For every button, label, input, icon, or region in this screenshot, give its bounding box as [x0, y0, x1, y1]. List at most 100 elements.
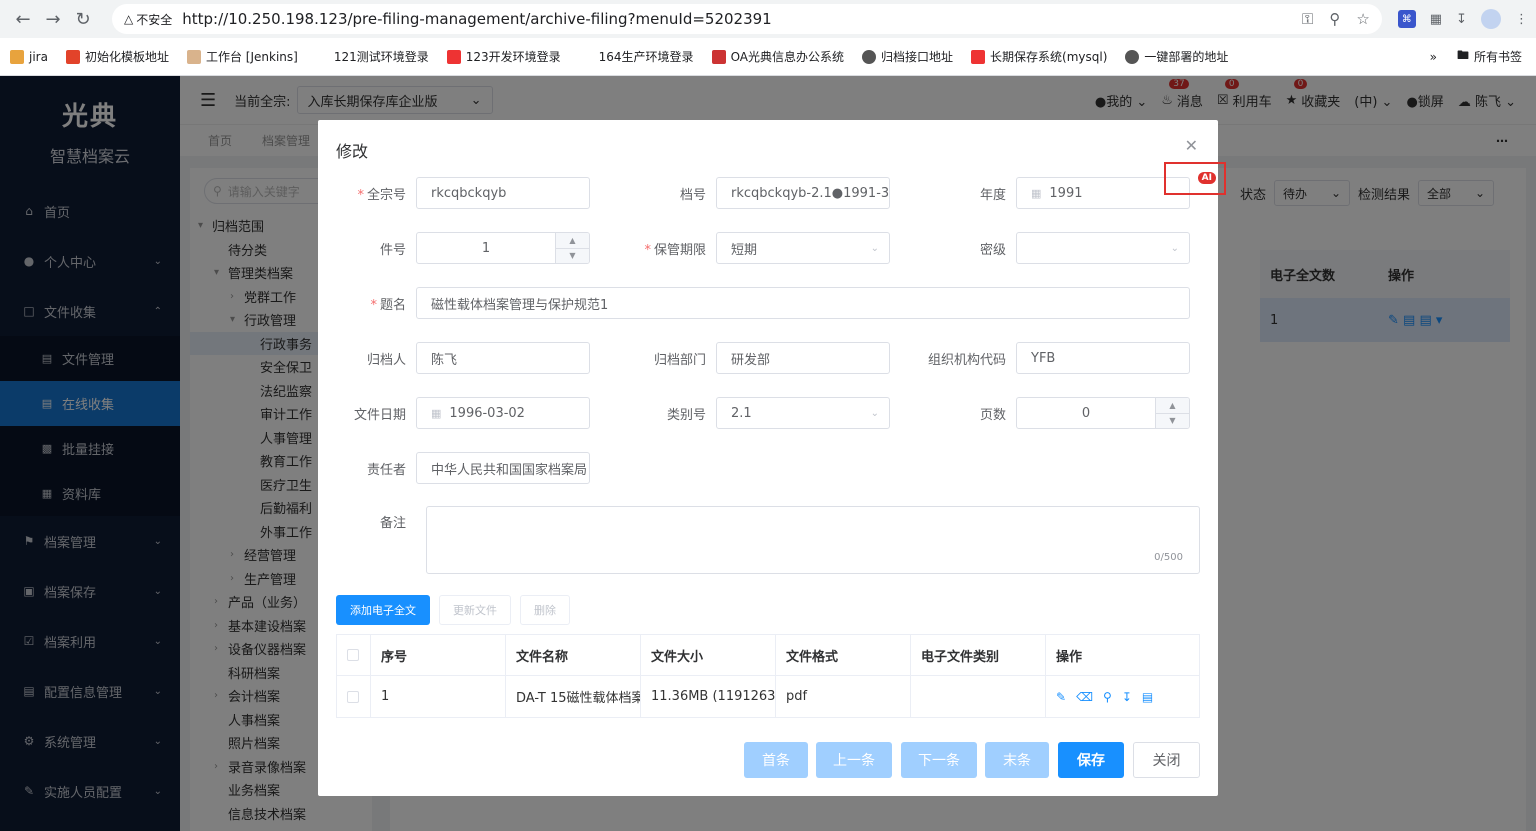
row-checkbox[interactable]: [347, 690, 359, 703]
table-row[interactable]: 1 DA-T 15磁性载体档案管理与保护规范.pdf 11.36MB (1191…: [337, 676, 1199, 717]
category-select[interactable]: 2.1 ⌄: [716, 397, 890, 429]
row-year: 年度 ▦ 1991: [918, 177, 1190, 209]
row-secret: 密级 ⌄: [918, 232, 1190, 264]
bookmark-longterm[interactable]: 长期保存系统(mysql): [971, 48, 1107, 65]
bookmark-deploy[interactable]: 一键部署的地址: [1125, 48, 1228, 65]
secret-select[interactable]: ⌄: [1016, 232, 1190, 264]
decrement-icon[interactable]: ▼: [556, 249, 589, 264]
ai-button[interactable]: AI: [1164, 162, 1226, 195]
close-icon[interactable]: ✕: [1185, 136, 1198, 155]
last-record-button[interactable]: 末条: [985, 742, 1049, 778]
oa-icon: [711, 49, 726, 64]
zoom-icon[interactable]: ⚲: [1329, 10, 1340, 28]
bookmark-oa[interactable]: OA光典信息办公系统: [711, 48, 844, 65]
row-category: 类别号 2.1 ⌄: [618, 397, 890, 429]
extension-icon[interactable]: ⌘: [1397, 10, 1416, 28]
retention-select[interactable]: 短期 ⌄: [716, 232, 890, 264]
puzzle-icon[interactable]: ▦: [1430, 12, 1442, 27]
profile-avatar[interactable]: [1481, 9, 1501, 29]
increment-icon[interactable]: ▲: [556, 233, 589, 249]
bookmark-164[interactable]: 164生产环境登录: [599, 48, 694, 65]
globe-icon: [1125, 49, 1140, 64]
row-responsible: 责任者 中华人民共和国国家档案局: [318, 452, 590, 484]
warning-icon: △: [124, 12, 134, 26]
insecure-badge[interactable]: △ 不安全: [124, 11, 172, 28]
close-button[interactable]: 关闭: [1133, 742, 1200, 778]
bookmark-template[interactable]: 初始化模板地址: [65, 48, 169, 65]
archiver-input[interactable]: 陈飞: [416, 342, 590, 374]
row-archive-no: 档号 rkcqbckqyb-2.1●1991-3-1: [618, 177, 890, 209]
doc-date-picker[interactable]: ▦ 1996-03-02: [416, 397, 590, 429]
delete-file-button[interactable]: 删除: [520, 595, 570, 625]
jira-icon: [10, 49, 24, 64]
chevron-down-icon: ⌄: [1170, 242, 1179, 254]
add-efile-button[interactable]: 添加电子全文: [336, 595, 430, 625]
bookmark-jenkins[interactable]: 工作台 [Jenkins]: [186, 48, 298, 65]
row-remark-label: 备注: [379, 516, 406, 531]
edit-dialog: 修改 ✕ * 全宗号 rkcqbckqyb 档号 rkcqbckqyb-2.1●1…: [318, 120, 1226, 796]
char-counter: 0/500: [1154, 552, 1183, 563]
bookmark-121[interactable]: 121测试环境登录: [334, 48, 429, 65]
book-icon[interactable]: ▤: [1142, 690, 1153, 704]
row-fonds-no: * 全宗号 rkcqbckqyb: [318, 177, 590, 209]
search-icon[interactable]: ⚲: [1103, 690, 1112, 704]
bookmarks-bar: jira 初始化模板地址 工作台 [Jenkins] 121测试环境登录 123…: [0, 38, 1536, 76]
url-text[interactable]: http://10.250.198.123/pre-filing-managem…: [182, 10, 1286, 28]
download-icon[interactable]: ↧: [1122, 690, 1132, 704]
globe-icon: [862, 49, 877, 64]
back-icon[interactable]: ←: [8, 4, 38, 34]
item-no-stepper[interactable]: 1 ▲ ▼: [416, 232, 590, 264]
first-record-button[interactable]: 首条: [744, 742, 808, 778]
increment-icon[interactable]: ▲: [1156, 398, 1189, 414]
update-file-button[interactable]: 更新文件: [439, 595, 511, 625]
remark-textarea[interactable]: 0/500: [426, 506, 1200, 574]
folder-icon: 🖿: [1456, 48, 1469, 62]
star-icon[interactable]: ☆: [1356, 10, 1369, 28]
fonds-no-input[interactable]: rkcqbckqyb: [416, 177, 590, 209]
row-title: * 题名 磁性载体档案管理与保护规范1: [318, 287, 1190, 319]
dept-input[interactable]: 研发部: [716, 342, 890, 374]
address-bar[interactable]: △ 不安全 http://10.250.198.123/pre-filing-ma…: [112, 4, 1382, 34]
password-key-icon[interactable]: ⚿: [1302, 10, 1313, 28]
browser-toolbar: ← → ↻ △ 不安全 http://10.250.198.123/pre-fil…: [0, 0, 1536, 38]
row-pages: 页数 0 ▲ ▼: [918, 397, 1190, 429]
dialog-title: 修改: [336, 142, 369, 161]
bookmark-logo-icon: [971, 49, 986, 64]
pages-stepper[interactable]: 0 ▲ ▼: [1016, 397, 1190, 429]
select-all-checkbox[interactable]: [347, 649, 359, 661]
row-retention: * 保管期限 短期 ⌄: [618, 232, 890, 264]
calendar-icon: ▦: [431, 406, 442, 420]
row-archiver: 归档人 陈飞: [318, 342, 590, 374]
efile-table: 序号 文件名称 文件大小 文件格式 电子文件类别 操作 1 DA-T 15磁性载…: [336, 634, 1200, 718]
bookmarks-overflow-icon[interactable]: »: [1430, 50, 1437, 64]
more-vert-icon[interactable]: ⋮: [1515, 12, 1528, 27]
row-item-no: 件号 1 ▲ ▼: [318, 232, 590, 264]
row-dept: 归档部门 研发部: [618, 342, 890, 374]
chevron-down-icon: ⌄: [870, 242, 879, 254]
bookmark-jira[interactable]: jira: [10, 49, 48, 64]
title-input[interactable]: 磁性载体档案管理与保护规范1: [416, 287, 1190, 319]
gitlab-icon: [65, 49, 80, 64]
decrement-icon[interactable]: ▼: [1156, 414, 1189, 429]
org-code-input[interactable]: YFB: [1016, 342, 1190, 374]
forward-icon[interactable]: →: [38, 4, 68, 34]
save-button[interactable]: 保存: [1058, 742, 1124, 778]
calendar-icon: ▦: [1031, 186, 1042, 200]
row-org-code: 组织机构代码 YFB: [918, 342, 1190, 374]
trash-icon[interactable]: ⌫: [1076, 690, 1093, 704]
table-header: 序号 文件名称 文件大小 文件格式 电子文件类别 操作: [337, 635, 1199, 676]
prev-record-button[interactable]: 上一条: [816, 742, 892, 778]
next-record-button[interactable]: 下一条: [901, 742, 977, 778]
all-bookmarks[interactable]: 🖿 所有书签: [1457, 46, 1522, 67]
app-root: 光典 智慧档案云 ⌂首页 ●个人中心⌄ □文件收集⌃ ▤文件管理 ▤在线收集 ▩…: [0, 76, 1536, 831]
row-operations: ✎ ⌫ ⚲ ↧ ▤: [1046, 676, 1199, 717]
reload-icon[interactable]: ↻: [68, 4, 98, 34]
bookmark-logo-icon: [446, 49, 461, 64]
jenkins-icon: [186, 49, 201, 64]
bookmark-123[interactable]: 123开发环境登录: [446, 48, 561, 65]
bookmark-archive-api[interactable]: 归档接口地址: [862, 48, 953, 65]
download-icon[interactable]: ↧: [1456, 12, 1467, 27]
responsible-input[interactable]: 中华人民共和国国家档案局: [416, 452, 590, 484]
archive-no-input[interactable]: rkcqbckqyb-2.1●1991-3-1: [716, 177, 890, 209]
edit-icon[interactable]: ✎: [1056, 690, 1066, 704]
